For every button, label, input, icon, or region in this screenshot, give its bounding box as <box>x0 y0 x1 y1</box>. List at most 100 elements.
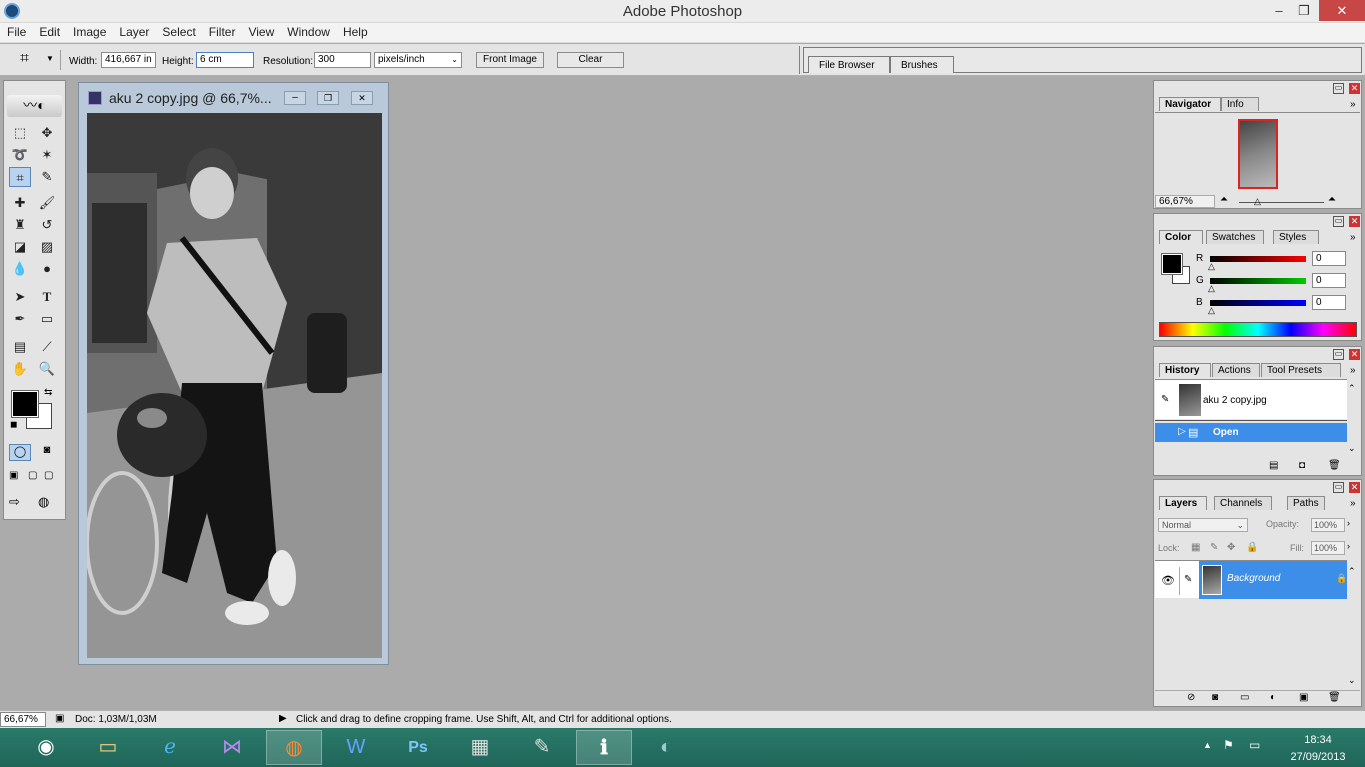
trash-icon[interactable]: 🗑 <box>1328 692 1341 703</box>
calculator-icon[interactable]: ▦ <box>452 730 508 765</box>
screen-mode-standard-icon[interactable]: ▣ <box>9 470 18 481</box>
dodge-tool-icon[interactable]: ● <box>36 259 58 279</box>
firefox-icon[interactable]: ◍ <box>266 730 322 765</box>
layer-mask-icon[interactable]: ◙ <box>1212 692 1218 703</box>
color-spectrum-bar[interactable] <box>1159 322 1357 337</box>
paint-icon[interactable]: ✎ <box>514 730 570 765</box>
zoom-tool-icon[interactable]: 🔍 <box>36 359 58 379</box>
scroll-down-icon[interactable]: ⌄ <box>1348 443 1356 454</box>
menu-image[interactable]: Image <box>66 23 112 39</box>
new-document-from-state-icon[interactable]: ▤ <box>1269 460 1278 471</box>
clone-stamp-tool-icon[interactable]: ♜ <box>9 215 31 235</box>
history-snapshot-row[interactable]: ✎ aku 2 copy.jpg <box>1155 379 1347 419</box>
type-tool-icon[interactable]: T <box>36 287 58 307</box>
notes-tool-icon[interactable]: ▤ <box>9 337 31 357</box>
eye-icon[interactable]: 👁 <box>1161 574 1175 587</box>
menu-layer[interactable]: Layer <box>112 23 155 39</box>
panel-minimize-button[interactable]: ▭ <box>1333 216 1344 227</box>
navigator-zoom-field[interactable]: 66,67% <box>1155 195 1215 208</box>
tab-styles[interactable]: Styles <box>1273 230 1319 244</box>
system-info-icon[interactable]: ℹ <box>576 730 632 765</box>
green-value-input[interactable]: 0 <box>1312 273 1346 288</box>
document-canvas[interactable] <box>87 113 382 658</box>
screen-mode-full-menu-icon[interactable]: ▢ <box>28 470 37 481</box>
history-brush-tool-icon[interactable]: ↺ <box>36 215 58 235</box>
front-image-button[interactable]: Front Image <box>476 52 544 68</box>
gradient-tool-icon[interactable]: ▨ <box>36 237 58 257</box>
new-group-icon[interactable]: ▭ <box>1240 692 1249 703</box>
new-layer-icon[interactable]: ▣ <box>1299 692 1308 703</box>
close-button[interactable]: ✕ <box>1319 0 1365 21</box>
lock-all-icon[interactable]: 🔒 <box>1246 542 1258 553</box>
menu-select[interactable]: Select <box>155 23 201 39</box>
magic-wand-tool-icon[interactable]: ✶ <box>36 145 58 165</box>
red-value-input[interactable]: 0 <box>1312 251 1346 266</box>
menu-file[interactable]: File <box>0 23 32 39</box>
tab-history[interactable]: History <box>1159 363 1211 377</box>
document-window[interactable]: aku 2 copy.jpg @ 66,7%... – ❐ ✕ <box>78 82 389 665</box>
panel-close-button[interactable]: ✕ <box>1349 349 1360 360</box>
tab-swatches[interactable]: Swatches <box>1206 230 1264 244</box>
document-title-bar[interactable]: aku 2 copy.jpg @ 66,7%... – ❐ ✕ <box>79 83 388 111</box>
resolution-input[interactable]: 300 <box>314 52 371 68</box>
imageready-icon[interactable]: ◍ <box>38 494 49 510</box>
move-tool-icon[interactable]: ✥ <box>36 123 58 143</box>
tab-actions[interactable]: Actions <box>1212 363 1260 377</box>
jump-to-imageready-icon[interactable]: ⇨ <box>9 494 20 510</box>
brush-link-icon[interactable]: ✎ <box>1184 574 1192 585</box>
tab-navigator[interactable]: Navigator <box>1159 97 1221 111</box>
blur-tool-icon[interactable]: 💧 <box>9 259 31 279</box>
blend-mode-select[interactable]: Normal ⌄ <box>1158 518 1248 532</box>
show-hidden-icons-icon[interactable]: ▲ <box>1203 740 1212 750</box>
document-minimize-button[interactable]: – <box>284 91 306 105</box>
lock-transparency-icon[interactable]: ▦ <box>1191 542 1200 553</box>
lasso-tool-icon[interactable]: ➰ <box>9 145 31 165</box>
new-snapshot-icon[interactable]: ◘ <box>1299 460 1305 471</box>
panel-minimize-button[interactable]: ▭ <box>1333 349 1344 360</box>
slider-handle-icon[interactable]: △ <box>1208 283 1215 294</box>
hand-tool-icon[interactable]: ✋ <box>9 359 31 379</box>
eyedropper-tool-icon[interactable]: ⟋ <box>36 337 58 357</box>
menu-filter[interactable]: Filter <box>202 23 242 39</box>
tab-info[interactable]: Info <box>1221 97 1259 111</box>
fill-arrow-icon[interactable]: › <box>1347 541 1350 551</box>
file-explorer-icon[interactable]: ▭ <box>80 730 136 765</box>
panel-menu-arrow-icon[interactable]: » <box>1350 99 1356 110</box>
zoom-out-icon[interactable]: ⏶ <box>1220 194 1228 205</box>
history-step-row[interactable]: ▷ ▤ Open <box>1155 423 1347 442</box>
adjustment-layer-icon[interactable]: ◐ <box>1270 692 1276 703</box>
quick-mask-mode-icon[interactable]: ◙ <box>36 444 58 461</box>
tab-channels[interactable]: Channels <box>1214 496 1272 510</box>
menu-help[interactable]: Help <box>336 23 374 39</box>
panel-close-button[interactable]: ✕ <box>1349 482 1360 493</box>
photoshop-logo-icon[interactable]: 〰◐ <box>7 95 62 117</box>
green-slider[interactable] <box>1210 278 1306 284</box>
opacity-input[interactable]: 100% <box>1311 518 1345 532</box>
menu-view[interactable]: View <box>241 23 280 39</box>
history-brush-source-icon[interactable]: ✎ <box>1161 394 1169 405</box>
crop-tool-preset-icon[interactable]: ⌗ <box>20 50 29 68</box>
scroll-up-icon[interactable]: ⌃ <box>1348 566 1356 577</box>
navigator-zoom-slider[interactable] <box>1239 202 1324 203</box>
document-close-button[interactable]: ✕ <box>351 91 373 105</box>
red-slider[interactable] <box>1210 256 1306 262</box>
panel-menu-arrow-icon[interactable]: » <box>1350 365 1356 376</box>
chrome-icon[interactable]: ◉ <box>18 730 74 765</box>
scroll-up-icon[interactable]: ⌃ <box>1348 383 1356 394</box>
panel-menu-arrow-icon[interactable]: » <box>1350 232 1356 243</box>
slider-handle-icon[interactable]: △ <box>1208 305 1215 316</box>
tab-color[interactable]: Color <box>1159 230 1203 244</box>
color-foreground-swatch[interactable] <box>1161 253 1183 275</box>
width-input[interactable]: 416,667 in <box>101 52 156 68</box>
resolution-units-select[interactable]: pixels/inch ⌄ <box>374 52 462 68</box>
trash-icon[interactable]: 🗑 <box>1328 460 1341 471</box>
layer-row-background[interactable]: 👁 ✎ Background 🔒 <box>1155 560 1347 599</box>
history-state-slider-icon[interactable]: ▷ <box>1178 426 1186 437</box>
maximize-button[interactable]: ❐ <box>1289 0 1319 21</box>
eraser-tool-icon[interactable]: ◪ <box>9 237 31 257</box>
fill-input[interactable]: 100% <box>1311 541 1345 555</box>
height-input[interactable]: 6 cm <box>196 52 254 68</box>
scroll-down-icon[interactable]: ⌄ <box>1348 675 1356 686</box>
action-center-icon[interactable]: ⚑ <box>1223 738 1234 752</box>
slice-tool-icon[interactable]: ✎ <box>36 167 58 187</box>
